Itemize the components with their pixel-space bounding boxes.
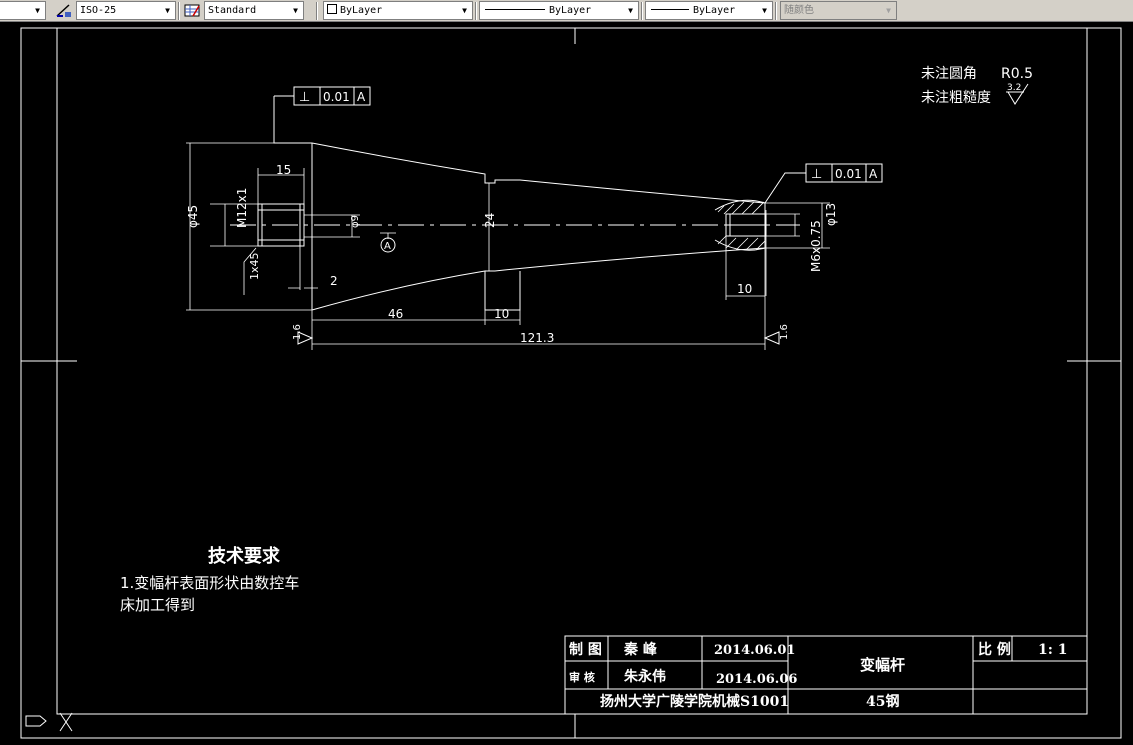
dim-style-value: ISO-25 — [80, 5, 117, 16]
ucs-icon — [25, 712, 73, 732]
material: 45钢 — [866, 693, 899, 710]
plot-style-value: 随颜色 — [784, 5, 814, 16]
section-hatch — [717, 201, 766, 251]
dim-style-icon[interactable] — [55, 2, 73, 19]
lineweight-value: ByLayer — [693, 5, 736, 16]
roughness-note: 未注粗糙度 — [921, 90, 991, 106]
color-swatch-icon — [327, 4, 337, 14]
linetype-preview-icon — [485, 9, 545, 10]
table-style-value: Standard — [208, 5, 257, 16]
drawn-by-name: 秦 峰 — [623, 641, 658, 658]
table-style-combo[interactable]: Standard ▼ — [204, 1, 304, 20]
drawn-date: 2014.06.01 — [714, 643, 795, 658]
tech-line-2: 床加工得到 — [120, 596, 195, 614]
datum-a-label: A — [384, 241, 391, 252]
properties-toolbar: ▼ ISO-25 ▼ Standard ▼ ByLayer ▼ ByLayer … — [0, 0, 1133, 22]
dim-15: 15 — [276, 163, 291, 177]
dim-10-neck: 10 — [494, 307, 509, 321]
chevron-down-icon[interactable]: ▼ — [457, 2, 472, 19]
text-style-combo[interactable]: ▼ — [0, 1, 46, 20]
plot-style-combo[interactable]: 随颜色 ▼ — [780, 1, 897, 20]
checked-by-label: 审 核 — [569, 670, 595, 684]
checked-date: 2014.06.06 — [716, 672, 797, 687]
scale-label: 比 例 — [978, 641, 1011, 658]
color-combo[interactable]: ByLayer ▼ — [323, 1, 473, 20]
perpendicular-icon: ⊥ — [811, 167, 822, 182]
dim-121-3: 121.3 — [520, 331, 554, 345]
lineweight-combo[interactable]: ByLayer ▼ — [645, 1, 773, 20]
dim-m6: M6x0.75 — [809, 220, 823, 272]
linetype-value: ByLayer — [549, 5, 592, 16]
dim-m12: M12x1 — [235, 188, 249, 228]
dim-diameter-45: φ45 — [186, 205, 200, 228]
fillet-value: R0.5 — [1001, 66, 1033, 82]
scale-value: 1: 1 — [1038, 642, 1068, 658]
chevron-down-icon[interactable]: ▼ — [881, 2, 896, 19]
dim-diameter-13: φ13 — [824, 203, 838, 226]
dim-diameter-9: φ9 — [350, 215, 361, 228]
dim-46: 46 — [388, 307, 403, 321]
part-name: 变幅杆 — [860, 656, 905, 674]
tech-line-1: 1.变幅杆表面形状由数控车 — [120, 574, 299, 592]
checked-by-name: 朱永伟 — [624, 668, 666, 685]
roughness-right-icon — [763, 331, 780, 345]
roughness-right-value: 1.6 — [779, 324, 790, 340]
drawing-canvas[interactable]: 未注圆角 R0.5 未注粗糙度 3.2 φ45 15 M12x1 φ9 1x45… — [0, 22, 1133, 745]
lineweight-preview-icon — [651, 9, 689, 10]
svg-text:A: A — [869, 167, 878, 181]
dim-chamfer: 1x45 — [248, 252, 261, 280]
chevron-down-icon[interactable]: ▼ — [160, 2, 175, 19]
tolerance-frame-right: ⊥ 0.01 A — [764, 163, 883, 204]
chevron-down-icon[interactable]: ▼ — [288, 2, 303, 19]
dim-2: 2 — [330, 274, 338, 288]
sheet-frame — [20, 27, 1122, 739]
dim-style-combo[interactable]: ISO-25 ▼ — [76, 1, 176, 20]
fillet-note: 未注圆角 — [921, 66, 977, 82]
color-value: ByLayer — [340, 5, 383, 16]
svg-text:0.01: 0.01 — [323, 90, 350, 104]
tolerance-frame-left: ⊥ 0.01 A — [273, 86, 371, 144]
tech-heading: 技术要求 — [208, 545, 281, 567]
dim-24: 24 — [483, 213, 497, 228]
table-style-icon[interactable] — [183, 2, 201, 19]
chevron-down-icon[interactable]: ▼ — [30, 2, 45, 19]
roughness-left-value: 1.6 — [292, 324, 303, 340]
svg-text:0.01: 0.01 — [835, 167, 862, 181]
svg-text:A: A — [357, 90, 366, 104]
chevron-down-icon[interactable]: ▼ — [757, 2, 772, 19]
linetype-combo[interactable]: ByLayer ▼ — [479, 1, 639, 20]
drawn-by-label: 制 图 — [569, 641, 602, 658]
chevron-down-icon[interactable]: ▼ — [623, 2, 638, 19]
perpendicular-icon: ⊥ — [299, 90, 310, 105]
dim-10-bore: 10 — [737, 282, 752, 296]
school-name: 扬州大学广陵学院机械S1001 — [600, 693, 789, 710]
